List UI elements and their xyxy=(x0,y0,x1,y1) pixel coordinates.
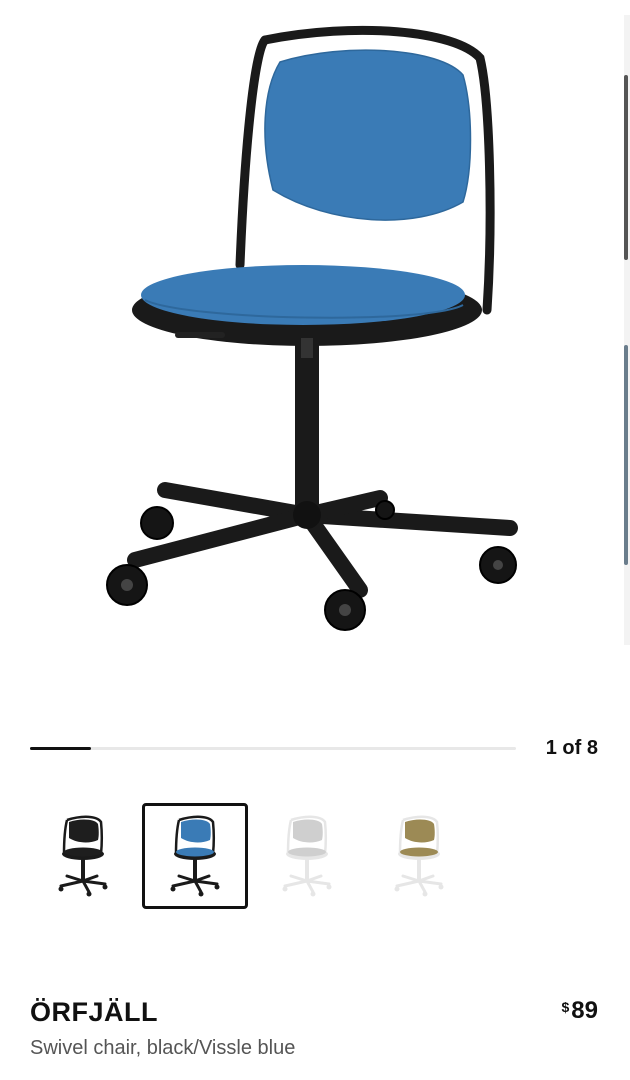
chair-thumbnail-image xyxy=(394,815,444,897)
thumbnail-chair-white-grey[interactable] xyxy=(254,803,360,909)
chair-thumbnail-image xyxy=(58,815,108,897)
product-name: ÖRFJÄLL xyxy=(30,997,158,1027)
thumbnail-chair-black[interactable] xyxy=(30,803,136,909)
chair-thumbnail-image xyxy=(282,815,332,897)
thumbnail-chair-black-vissle-blue[interactable] xyxy=(142,803,248,909)
next-image-edge xyxy=(624,75,628,260)
product-description: Swivel chair, black/Vissle blue xyxy=(30,1037,296,1059)
progress-track[interactable] xyxy=(30,747,516,750)
image-counter: 1 of 8 xyxy=(545,737,598,759)
thumbnail-chair-white-beige[interactable] xyxy=(366,803,472,909)
progress-indicator[interactable] xyxy=(30,747,91,750)
price-amount: 89 xyxy=(571,997,598,1024)
main-product-image[interactable] xyxy=(95,20,535,650)
price-currency: $ xyxy=(561,999,570,1015)
chair-thumbnail-image xyxy=(170,815,220,897)
gallery-progress: 1 of 8 xyxy=(30,735,600,763)
product-image-gallery[interactable] xyxy=(0,0,630,700)
product-price: $89 xyxy=(562,997,599,1025)
thumbnail-strip xyxy=(30,803,472,909)
next-image-preview[interactable] xyxy=(624,15,630,645)
next-image-edge xyxy=(624,345,628,565)
